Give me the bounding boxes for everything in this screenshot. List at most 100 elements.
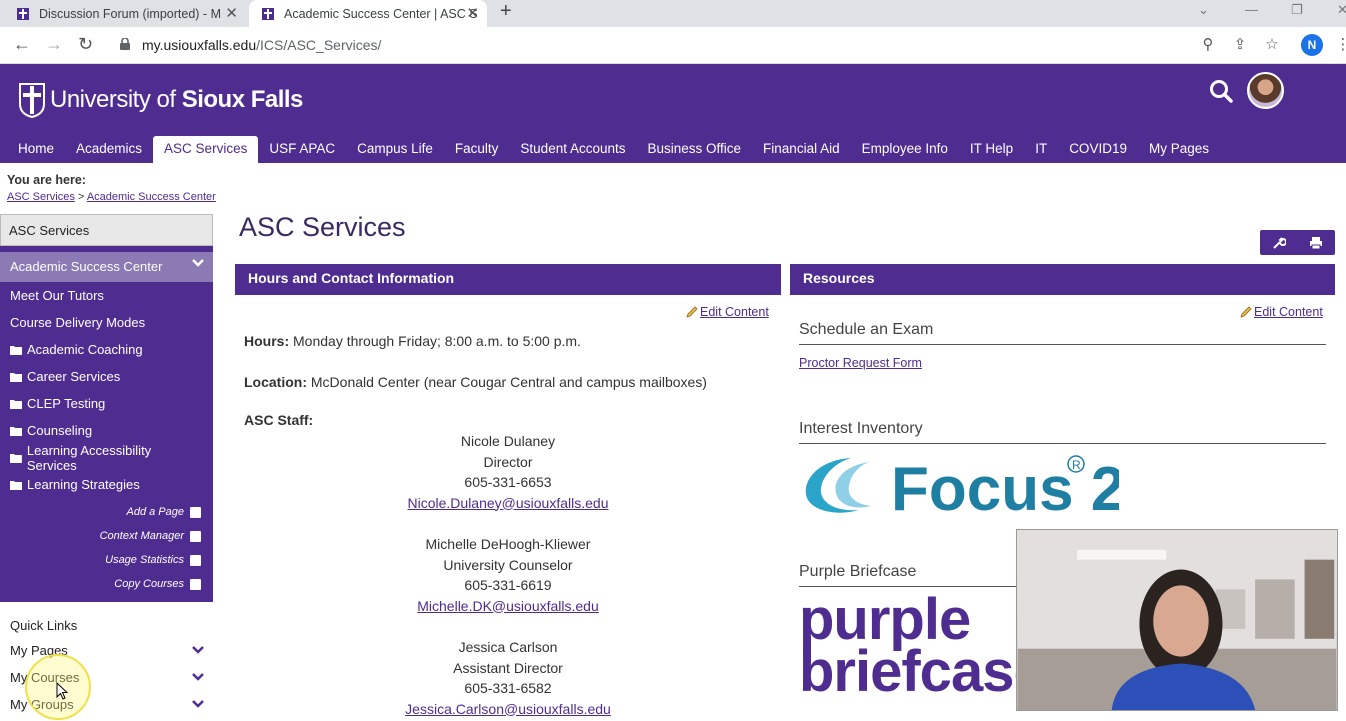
new-tab-icon[interactable]: + (500, 0, 512, 22)
staff-email-link[interactable]: Michelle.DK@usiouxfalls.edu (417, 598, 599, 614)
chevron-down-icon[interactable] (191, 256, 205, 270)
star-icon[interactable]: ☆ (1264, 37, 1280, 53)
edit-content-label: Edit Content (1254, 305, 1323, 319)
nav-asc-services[interactable]: ASC Services (153, 136, 259, 163)
url-text: my.usiouxfalls.edu/ICS/ASC_Services/ (142, 37, 381, 53)
svg-text:R: R (1072, 458, 1081, 472)
sidebar-item-label: Learning Strategies (27, 477, 140, 492)
tool-label: Add a Page (126, 506, 185, 518)
browser-tab-academic-success-center[interactable]: Academic Success Center | ASC S ✕ (249, 0, 487, 27)
close-window-icon[interactable]: ✕ (1337, 2, 1346, 18)
nav-academics[interactable]: Academics (65, 136, 153, 163)
copy-courses-link[interactable]: Copy Courses (100, 572, 201, 596)
wrench-icon[interactable] (1272, 236, 1286, 250)
more-menu-icon[interactable]: ⋮ (1335, 37, 1346, 53)
nav-covid19[interactable]: COVID19 (1058, 136, 1138, 163)
url-path: /ICS/ASC_Services/ (256, 37, 382, 53)
zoom-icon[interactable]: ⚲ (1200, 37, 1216, 53)
nav-my-pages[interactable]: My Pages (1138, 136, 1220, 163)
print-icon[interactable] (1309, 236, 1323, 250)
usf-favicon-icon (262, 7, 274, 20)
chevron-down-icon[interactable] (191, 643, 205, 657)
staff-name: Michelle DeHoogh-Kliewer (425, 536, 591, 552)
logo-bold: Sioux Falls (181, 86, 304, 113)
sidebar-item-label: CLEP Testing (27, 396, 106, 411)
focus2-logo-text: Focus 2 (891, 455, 1119, 518)
staff-phone: 605-331-6582 (464, 680, 552, 696)
sidebar-heading[interactable]: ASC Services (0, 214, 213, 246)
close-tab-icon[interactable]: ✕ (225, 4, 238, 22)
back-icon[interactable]: ← (13, 34, 31, 55)
page-tools (1260, 230, 1335, 255)
staff-email-link[interactable]: Nicole.Dulaney@usiouxfalls.edu (408, 495, 609, 511)
purple-briefcase-logo[interactable]: purple briefcase (799, 594, 1019, 704)
usage-statistics-link[interactable]: Usage Statistics (100, 548, 201, 572)
breadcrumb-asc-services[interactable]: ASC Services (7, 191, 75, 203)
nav-usf-apac[interactable]: USF APAC (258, 136, 346, 163)
edit-content-link-hours[interactable]: Edit Content (686, 305, 769, 319)
reload-icon[interactable]: ↻ (78, 34, 93, 55)
nav-it[interactable]: IT (1024, 136, 1058, 163)
sidebar-item-clep-testing[interactable]: CLEP Testing (0, 390, 213, 417)
edit-content-link-resources[interactable]: Edit Content (1240, 305, 1323, 319)
context-manager-link[interactable]: Context Manager (100, 524, 201, 548)
hours-line: Hours: Monday through Friday; 8:00 a.m. … (244, 333, 581, 349)
usf-logo[interactable]: University of Sioux Falls (18, 82, 303, 118)
tab-title: Academic Success Center | ASC S (284, 6, 478, 21)
search-icon[interactable] (1208, 78, 1234, 104)
browser-tab-discussion-forum[interactable]: Discussion Forum (imported) - M ✕ (16, 0, 246, 27)
mouse-pointer-icon (56, 682, 68, 700)
pencil-icon (686, 306, 698, 318)
user-avatar[interactable] (1247, 72, 1284, 109)
copy-icon (190, 578, 201, 590)
restore-icon[interactable]: ❐ (1291, 2, 1303, 18)
sidebar-item-learning-strategies[interactable]: Learning Strategies (0, 471, 213, 498)
focus2-logo[interactable]: Focus 2 R (799, 452, 1119, 518)
sidebar-item-academic-coaching[interactable]: Academic Coaching (0, 336, 213, 363)
nav-business-office[interactable]: Business Office (637, 136, 753, 163)
usf-favicon-icon (17, 7, 29, 20)
staff-title: Assistant Director (453, 659, 563, 676)
nav-campus-life[interactable]: Campus Life (346, 136, 444, 163)
sidebar-current-page[interactable]: Academic Success Center (0, 252, 213, 282)
sidebar-item-career-services[interactable]: Career Services (0, 363, 213, 390)
nav-home[interactable]: Home (0, 136, 65, 163)
url-host: my.usiouxfalls.edu (142, 37, 257, 53)
close-tab-icon[interactable]: ✕ (466, 4, 479, 22)
chevron-down-icon[interactable] (191, 670, 205, 684)
chevron-down-icon[interactable] (191, 697, 205, 711)
sidebar-item-meet-our-tutors[interactable]: Meet Our Tutors (0, 282, 213, 309)
url-field[interactable]: my.usiouxfalls.edu/ICS/ASC_Services/ (110, 32, 1290, 59)
sidebar-item-counseling[interactable]: Counseling (0, 417, 213, 444)
folder-icon (10, 345, 22, 355)
resources-panel-heading: Resources (790, 264, 1335, 295)
folder-icon (10, 453, 22, 463)
logo-prefix: University of (50, 86, 182, 113)
minimize-icon[interactable]: — (1245, 2, 1258, 17)
nav-student-accounts[interactable]: Student Accounts (509, 136, 636, 163)
breadcrumb-separator: > (77, 191, 85, 203)
add-a-page-link[interactable]: Add a Page (100, 500, 201, 524)
profile-avatar[interactable]: N (1301, 34, 1323, 56)
nav-employee-info[interactable]: Employee Info (851, 136, 959, 163)
nav-it-help[interactable]: IT Help (959, 136, 1024, 163)
nav-financial-aid[interactable]: Financial Aid (752, 136, 851, 163)
address-bar: ← → ↻ my.usiouxfalls.edu/ICS/ASC_Service… (0, 27, 1346, 64)
nav-faculty[interactable]: Faculty (444, 136, 510, 163)
hours-label: Hours: (244, 333, 290, 349)
share-icon[interactable]: ⇪ (1232, 37, 1248, 53)
proctor-request-form-link[interactable]: Proctor Request Form (799, 356, 922, 370)
quick-link-my-pages[interactable]: My Pages (10, 643, 205, 658)
sidebar: ASC Services Academic Success Center Mee… (0, 214, 213, 602)
forward-icon[interactable]: → (45, 34, 63, 55)
hours-panel-heading: Hours and Contact Information (235, 264, 781, 295)
sidebar-item-course-delivery-modes[interactable]: Course Delivery Modes (0, 309, 213, 336)
breadcrumb-label: You are here: (7, 173, 86, 187)
tab-search-icon[interactable]: ⌄ (1198, 2, 1209, 18)
sidebar-current-label: Academic Success Center (10, 259, 163, 274)
tool-label: Copy Courses (114, 578, 184, 590)
breadcrumb-academic-success-center[interactable]: Academic Success Center (87, 191, 216, 203)
edit-icon (190, 530, 201, 542)
sidebar-item-learning-accessibility-services[interactable]: Learning Accessibility Services (0, 443, 213, 473)
staff-email-link[interactable]: Jessica.Carlson@usiouxfalls.edu (405, 701, 611, 717)
